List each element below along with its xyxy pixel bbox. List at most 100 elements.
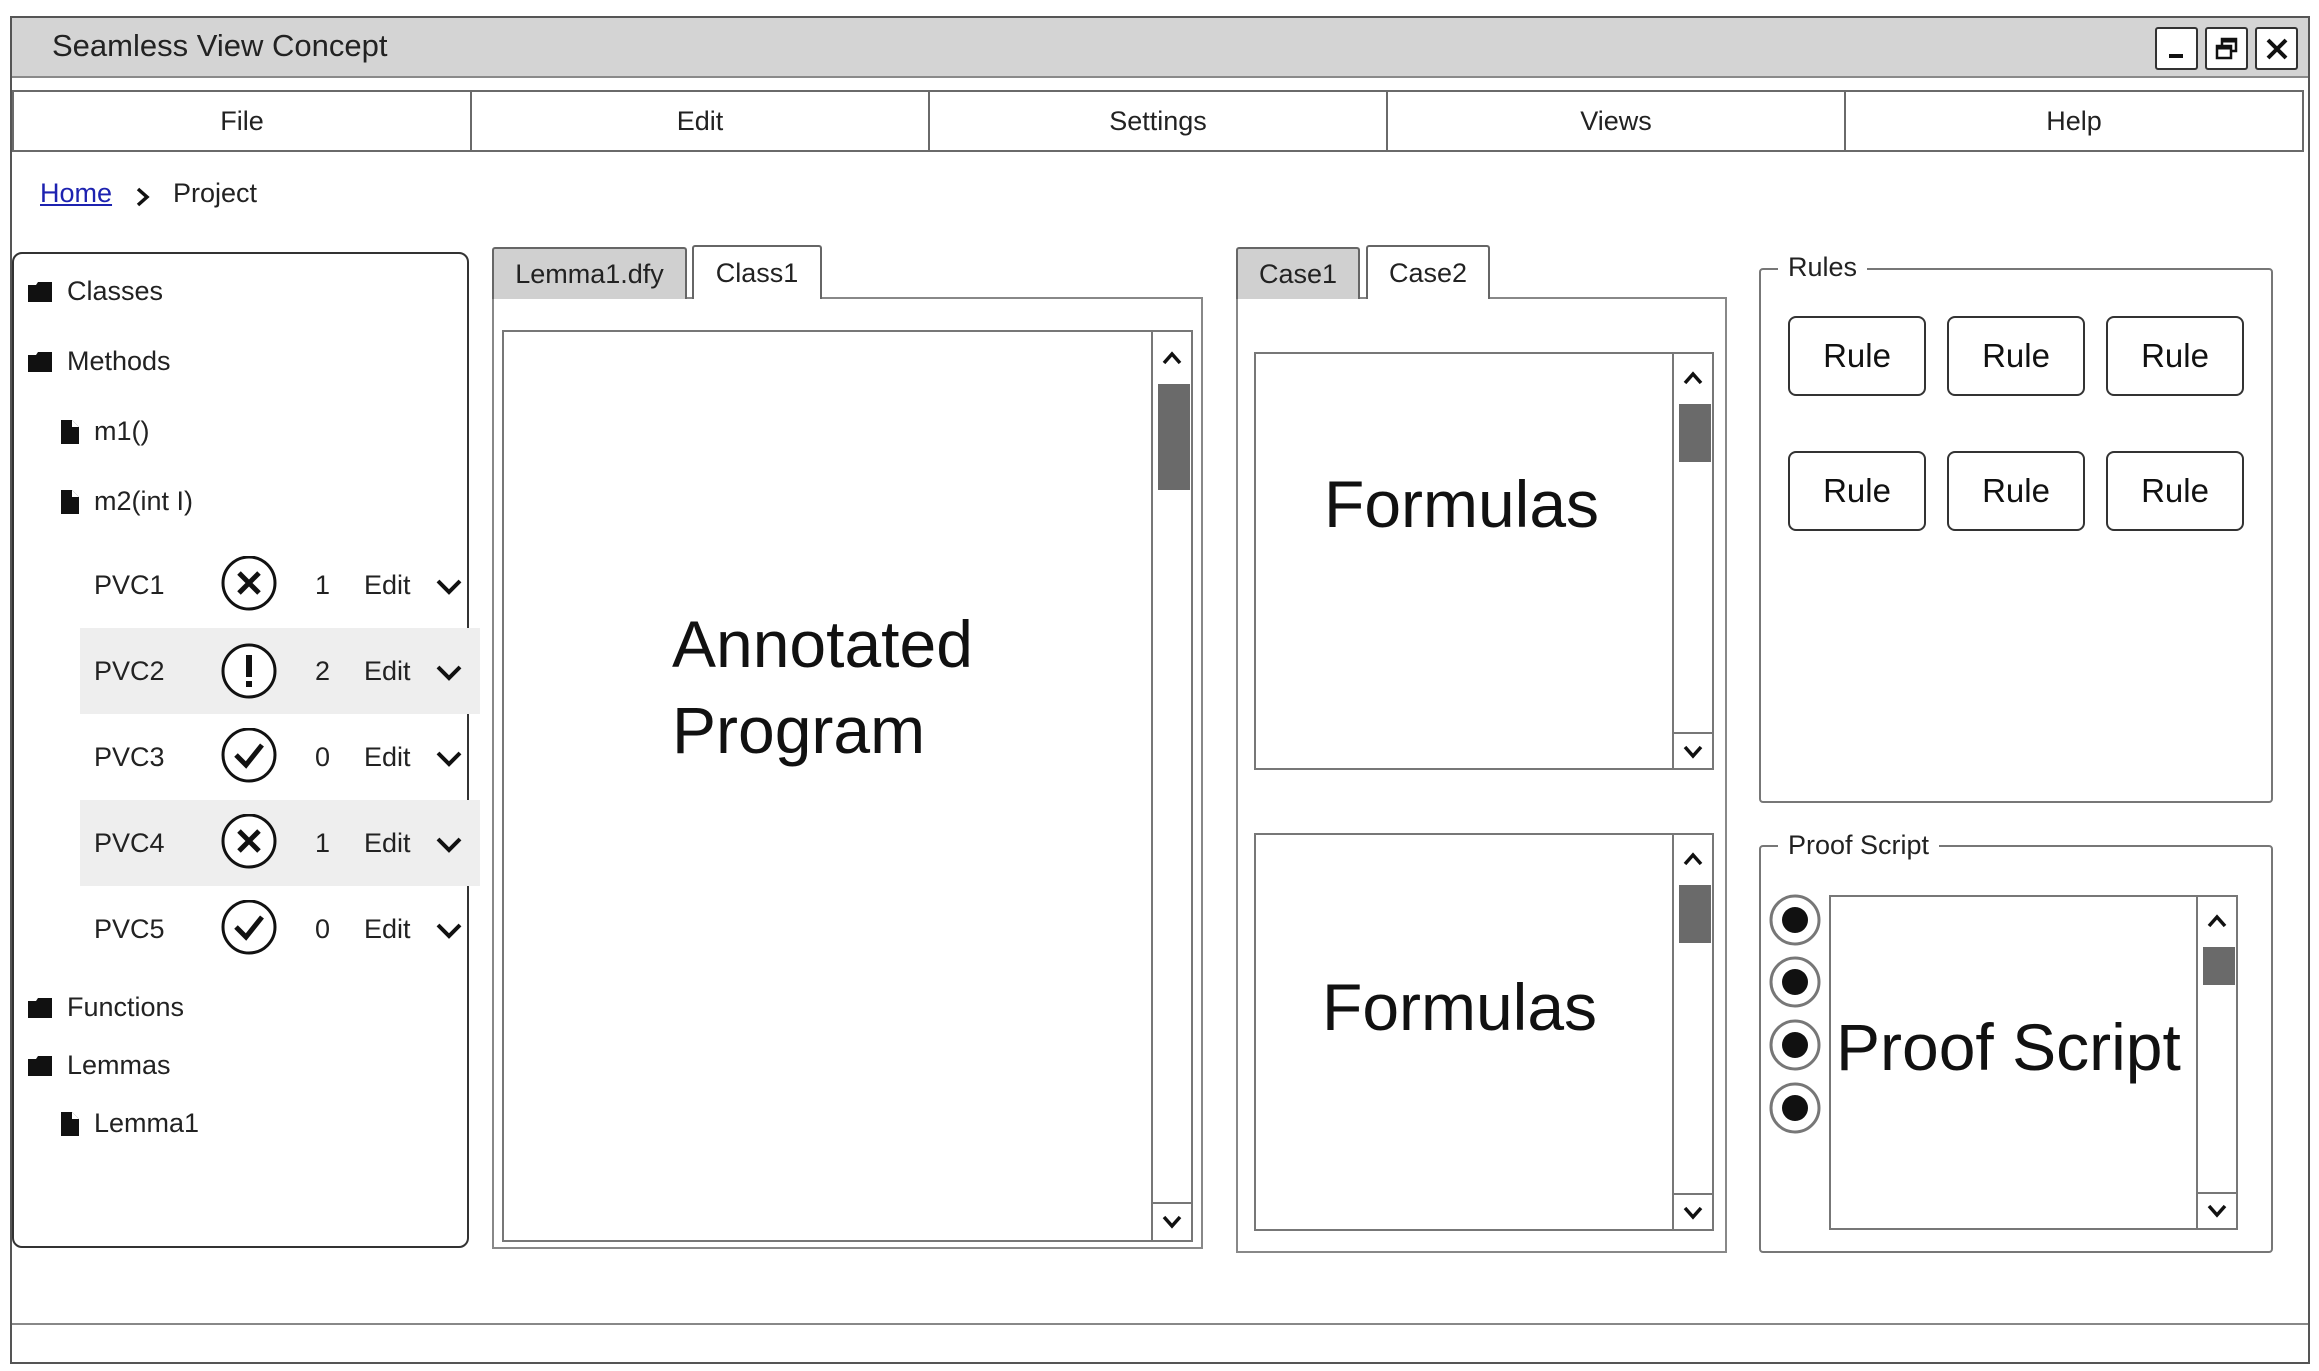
- tree-label: Functions: [67, 992, 185, 1022]
- rule-button[interactable]: Rule: [1947, 316, 2085, 396]
- scroll-down-icon[interactable]: [1682, 1205, 1704, 1221]
- pvc-row[interactable]: PVC4 1 Edit: [80, 800, 480, 886]
- tree-label: m1(): [94, 416, 150, 446]
- radio-button[interactable]: [1768, 1018, 1822, 1072]
- check-icon: [221, 900, 277, 955]
- warning-icon: [221, 643, 277, 699]
- annotated-program-editor[interactable]: Annotated Program: [502, 330, 1193, 1242]
- window-title: Seamless View Concept: [52, 28, 388, 63]
- tree-item-methods[interactable]: Methods: [27, 346, 171, 377]
- chevron-down-icon[interactable]: [434, 748, 464, 770]
- tree-item-lemma[interactable]: Lemma1: [60, 1108, 199, 1139]
- rule-button[interactable]: Rule: [2106, 316, 2244, 396]
- chevron-down-icon[interactable]: [434, 920, 464, 942]
- tree-label: m2(int I): [94, 486, 194, 516]
- pvc-edit-button[interactable]: Edit: [364, 656, 411, 687]
- tree-item-method[interactable]: m2(int I): [60, 486, 193, 517]
- close-button[interactable]: [2255, 27, 2298, 70]
- minimize-icon: [2168, 53, 2183, 58]
- pvc-count: 1: [315, 569, 331, 600]
- pvc-row[interactable]: PVC2 2 Edit: [80, 628, 480, 714]
- menu-help[interactable]: Help: [1846, 92, 2302, 150]
- scroll-up-icon[interactable]: [1682, 370, 1704, 386]
- pvc-count: 0: [315, 741, 331, 772]
- close-icon: [2266, 38, 2287, 59]
- formulas-label: Formulas: [1324, 467, 1600, 541]
- tree-item-method[interactable]: m1(): [60, 416, 150, 447]
- tree-item-lemmas[interactable]: Lemmas: [27, 1050, 171, 1081]
- proof-script-legend: Proof Script: [1778, 830, 1940, 861]
- rule-button[interactable]: Rule: [2106, 451, 2244, 531]
- error-icon: [221, 556, 277, 611]
- pvc-row[interactable]: PVC1 1 Edit: [80, 542, 480, 628]
- radio-button[interactable]: [1768, 893, 1822, 947]
- scroll-thumb[interactable]: [1679, 885, 1711, 943]
- scroll-thumb[interactable]: [1679, 404, 1711, 462]
- pvc-edit-button[interactable]: Edit: [364, 570, 411, 601]
- rule-button[interactable]: Rule: [1947, 451, 2085, 531]
- radio-button[interactable]: [1768, 1081, 1822, 1135]
- scroll-down-icon[interactable]: [1682, 744, 1704, 760]
- formulas-top-scrollbar[interactable]: [1672, 354, 1712, 768]
- tab-lemma1-dfy[interactable]: Lemma1.dfy: [492, 247, 687, 299]
- chevron-down-icon[interactable]: [434, 576, 464, 598]
- scroll-down-icon[interactable]: [1161, 1214, 1183, 1230]
- pvc-edit-button[interactable]: Edit: [364, 742, 411, 773]
- tab-case2[interactable]: Case2: [1366, 245, 1490, 299]
- formulas-bottom-scrollbar[interactable]: [1672, 835, 1712, 1229]
- minimize-button[interactable]: [2155, 27, 2198, 70]
- menu-edit[interactable]: Edit: [472, 92, 930, 150]
- formulas-top-panel[interactable]: Formulas: [1254, 352, 1714, 770]
- file-icon: [61, 489, 79, 514]
- proof-script-content: Proof Script: [1836, 1010, 2181, 1084]
- rules-legend: Rules: [1778, 252, 1868, 283]
- pvc-name: PVC1: [94, 569, 165, 600]
- rule-button[interactable]: Rule: [1788, 316, 1926, 396]
- tab-class1[interactable]: Class1: [692, 245, 822, 299]
- scroll-thumb[interactable]: [1158, 384, 1190, 490]
- folder-icon: [28, 1055, 52, 1076]
- restore-button[interactable]: [2205, 27, 2248, 70]
- proof-script-editor[interactable]: Proof Script: [1829, 895, 2238, 1230]
- tree-item-classes[interactable]: Classes: [27, 276, 163, 307]
- pvc-name: PVC5: [94, 913, 165, 944]
- scroll-up-icon[interactable]: [1161, 350, 1183, 366]
- pvc-row[interactable]: PVC5 0 Edit: [80, 886, 480, 972]
- chevron-right-icon: [136, 187, 150, 207]
- formulas-bottom-panel[interactable]: Formulas: [1254, 833, 1714, 1231]
- scroll-thumb[interactable]: [2203, 947, 2235, 985]
- rule-button[interactable]: Rule: [1788, 451, 1926, 531]
- chevron-down-icon[interactable]: [434, 834, 464, 856]
- menu-bar: File Edit Settings Views Help: [12, 90, 2304, 152]
- editor-content-line: Annotated: [672, 607, 973, 681]
- folder-icon: [28, 281, 52, 302]
- radio-button[interactable]: [1768, 955, 1822, 1009]
- scroll-up-icon[interactable]: [2206, 913, 2228, 929]
- pvc-count: 2: [315, 655, 331, 686]
- pvc-edit-button[interactable]: Edit: [364, 914, 411, 945]
- menu-settings[interactable]: Settings: [930, 92, 1388, 150]
- file-icon: [61, 419, 79, 444]
- pvc-row[interactable]: PVC3 0 Edit: [80, 714, 480, 800]
- menu-views[interactable]: Views: [1388, 92, 1846, 150]
- menu-file[interactable]: File: [14, 92, 472, 150]
- program-scrollbar[interactable]: [1151, 332, 1191, 1240]
- pvc-count: 1: [315, 827, 331, 858]
- folder-icon: [28, 997, 52, 1018]
- breadcrumb-home-link[interactable]: Home: [40, 178, 112, 209]
- check-icon: [221, 728, 277, 783]
- tree-label: Lemmas: [67, 1050, 171, 1080]
- scroll-down-icon[interactable]: [2206, 1203, 2228, 1219]
- tree-item-functions[interactable]: Functions: [27, 992, 184, 1023]
- proof-script-scrollbar[interactable]: [2196, 897, 2236, 1228]
- folder-icon: [28, 351, 52, 372]
- pvc-edit-button[interactable]: Edit: [364, 828, 411, 859]
- tab-case1[interactable]: Case1: [1236, 247, 1360, 299]
- scroll-up-icon[interactable]: [1682, 851, 1704, 867]
- pvc-name: PVC4: [94, 827, 165, 858]
- tree-label: Classes: [67, 276, 164, 306]
- tree-label: Lemma1: [94, 1108, 200, 1138]
- breadcrumb-current: Project: [173, 178, 258, 208]
- chevron-down-icon[interactable]: [434, 662, 464, 684]
- file-icon: [61, 1111, 79, 1136]
